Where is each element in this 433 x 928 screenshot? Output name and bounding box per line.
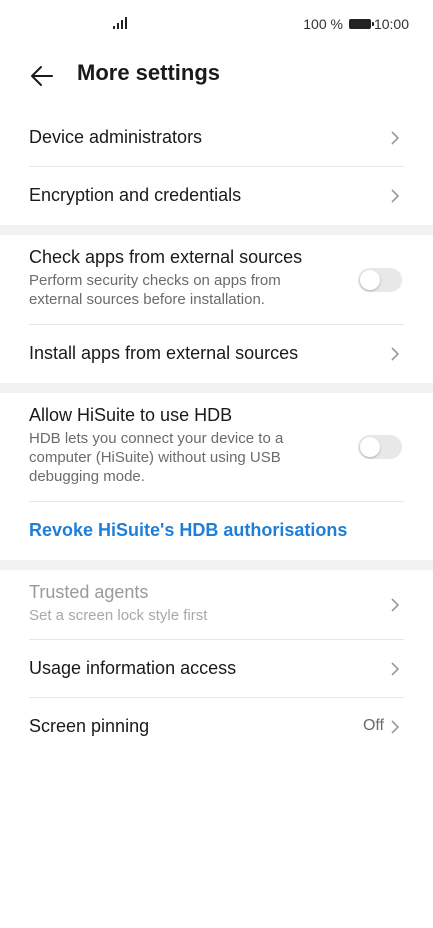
- chevron-right-icon: [391, 189, 400, 203]
- hdb-description: HDB lets you connect your device to a co…: [29, 430, 284, 485]
- screen-pinning-label: Screen pinning: [29, 716, 150, 736]
- section-hisuite: Allow HiSuite to use HDB HDB lets you co…: [0, 393, 433, 560]
- toggle-knob: [360, 437, 380, 457]
- chevron-right-icon: [391, 598, 400, 612]
- status-bar: 100 % 10:00: [0, 0, 433, 50]
- chevron-right-icon: [391, 662, 400, 676]
- status-right: 100 % 10:00: [303, 16, 409, 32]
- back-arrow-icon[interactable]: [28, 62, 56, 90]
- usage-access-item[interactable]: Usage information access: [29, 640, 404, 698]
- clock: 10:00: [373, 16, 409, 32]
- section-agents: Trusted agents Set a screen lock style f…: [0, 570, 433, 756]
- trusted-agents-description: Set a screen lock style first: [29, 607, 208, 624]
- hdb-title: Allow HiSuite to use HDB: [29, 405, 233, 425]
- check-apps-item: Check apps from external sources Perform…: [29, 235, 404, 325]
- battery-icon: [348, 19, 374, 29]
- section-divider: [0, 560, 433, 570]
- battery-percent: 100 %: [303, 16, 343, 32]
- device-administrators-item[interactable]: Device administrators: [29, 109, 404, 167]
- hdb-toggle[interactable]: [358, 435, 402, 459]
- screen-pinning-item[interactable]: Screen pinning Off: [29, 698, 404, 756]
- install-apps-item[interactable]: Install apps from external sources: [29, 325, 404, 383]
- encryption-credentials-label: Encryption and credentials: [29, 185, 242, 205]
- revoke-hdb-item: Revoke HiSuite's HDB authorisations: [29, 502, 404, 560]
- hdb-item: Allow HiSuite to use HDB HDB lets you co…: [29, 393, 404, 502]
- screen-pinning-value: Off: [362, 717, 384, 734]
- install-apps-label: Install apps from external sources: [29, 343, 299, 363]
- device-administrators-label: Device administrators: [29, 127, 203, 147]
- toggle-knob: [360, 270, 380, 290]
- app-header: More settings: [0, 52, 433, 100]
- check-apps-description: Perform security checks on apps from ext…: [29, 272, 281, 308]
- revoke-hdb-link[interactable]: Revoke HiSuite's HDB authorisations: [29, 520, 347, 541]
- chevron-right-icon: [391, 720, 400, 734]
- chevron-right-icon: [391, 347, 400, 361]
- chevron-right-icon: [391, 131, 400, 145]
- section-external-sources: Check apps from external sources Perform…: [0, 235, 433, 383]
- section-admin: Device administrators Encryption and cre…: [0, 109, 433, 225]
- check-apps-title: Check apps from external sources: [29, 247, 303, 267]
- page-title: More settings: [77, 60, 221, 85]
- trusted-agents-item: Trusted agents Set a screen lock style f…: [29, 570, 404, 640]
- usage-access-label: Usage information access: [29, 658, 237, 678]
- check-apps-toggle[interactable]: [358, 268, 402, 292]
- trusted-agents-title: Trusted agents: [29, 582, 149, 602]
- section-divider: [0, 383, 433, 393]
- encryption-credentials-item[interactable]: Encryption and credentials: [29, 167, 404, 225]
- signal-icon: [113, 17, 127, 29]
- section-divider: [0, 225, 433, 235]
